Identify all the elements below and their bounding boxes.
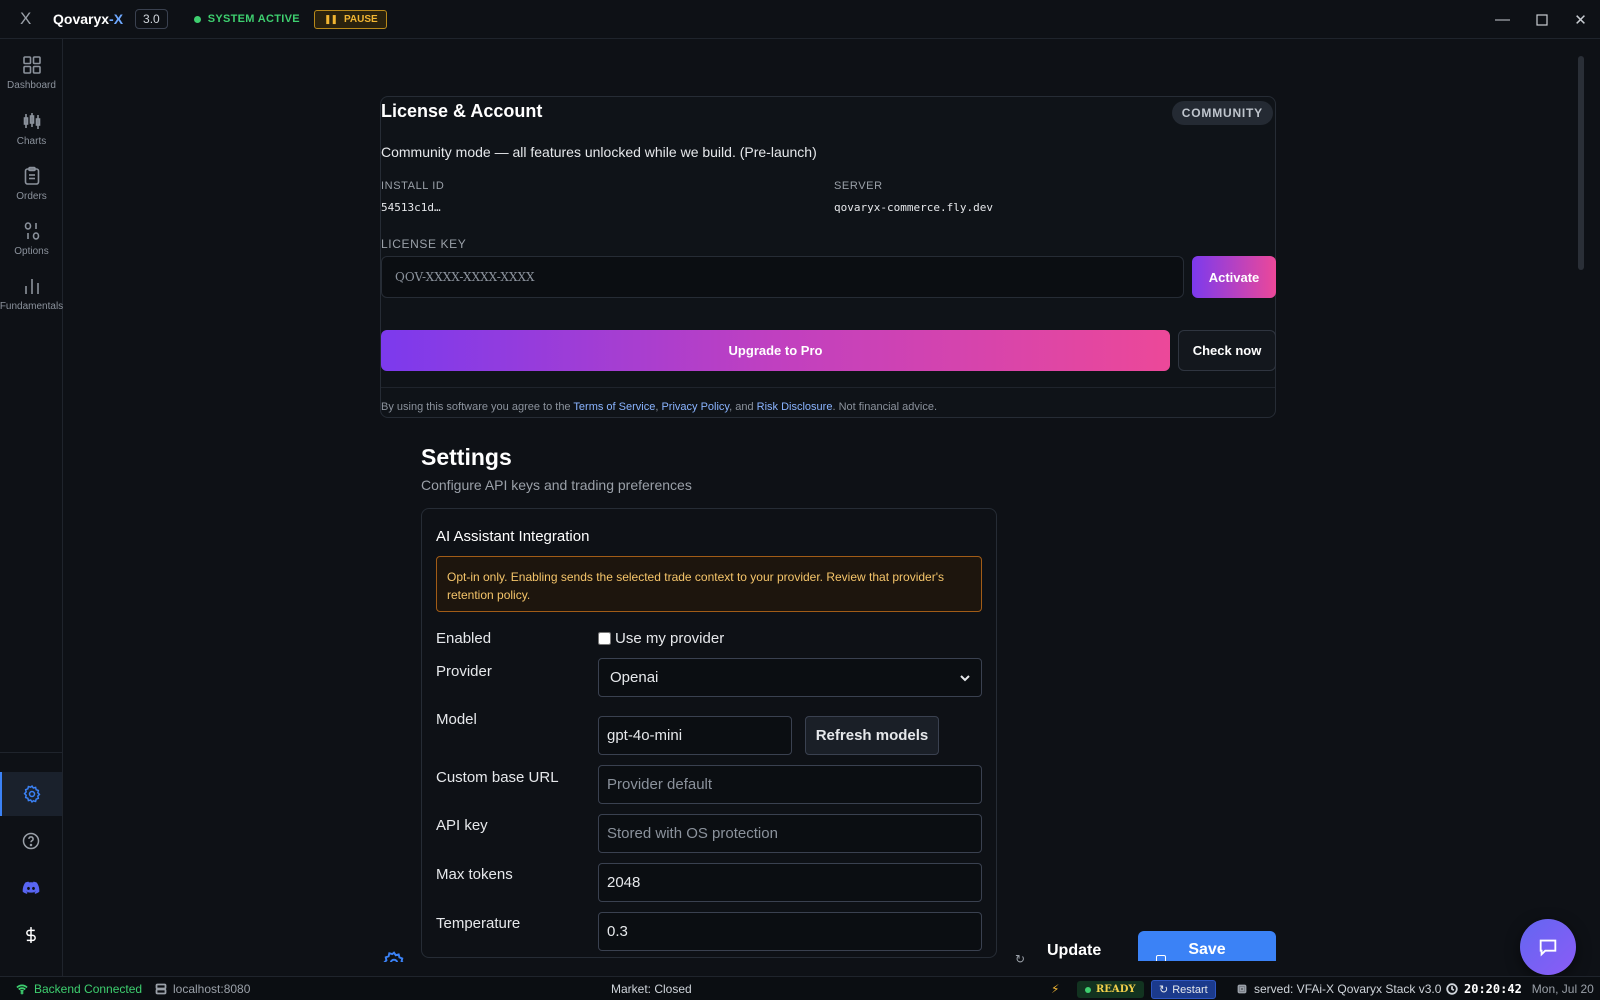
sidebar-item-pricing[interactable] bbox=[0, 913, 62, 957]
sidebar-item-options[interactable]: Options bbox=[0, 221, 63, 273]
sidebar-item-help[interactable] bbox=[0, 819, 62, 863]
title-bar: X Qovaryx-X 3.0 SYSTEM ACTIVE ❚❚ PAUSE — … bbox=[0, 0, 1600, 39]
server-label: SERVER bbox=[834, 180, 883, 192]
api-key-label: API key bbox=[436, 817, 488, 834]
privacy-link[interactable]: Privacy Policy bbox=[661, 401, 729, 413]
market-status: Market: Closed bbox=[611, 982, 692, 996]
page-title: Settings bbox=[421, 444, 512, 470]
clock-icon bbox=[1446, 983, 1458, 995]
sidebar-item-label: Dashboard bbox=[7, 80, 56, 91]
sidebar-item-charts[interactable]: Charts bbox=[0, 111, 63, 163]
api-key-input[interactable] bbox=[598, 814, 982, 853]
sidebar-item-discord[interactable] bbox=[0, 866, 62, 910]
divider bbox=[381, 387, 1275, 388]
sidebar-divider bbox=[0, 752, 62, 753]
enable-checkbox[interactable] bbox=[598, 632, 611, 645]
restart-button[interactable]: ↻ Restart bbox=[1151, 980, 1216, 999]
max-tokens-input[interactable] bbox=[598, 863, 982, 902]
sidebar: Dashboard Charts Orders Options Fundamen… bbox=[0, 39, 63, 976]
pause-button[interactable]: ❚❚ PAUSE bbox=[313, 9, 387, 29]
check-now-button[interactable]: Check now bbox=[1178, 330, 1276, 371]
options-icon bbox=[24, 222, 39, 240]
section-title: AI Assistant Integration bbox=[436, 528, 590, 545]
sidebar-item-orders[interactable]: Orders bbox=[0, 166, 63, 218]
charts-icon bbox=[23, 113, 40, 129]
minimize-icon[interactable]: — bbox=[1483, 0, 1522, 39]
chat-icon bbox=[1539, 939, 1557, 957]
ready-badge: READY bbox=[1077, 981, 1144, 998]
sidebar-item-settings[interactable] bbox=[0, 772, 62, 816]
license-key-label: LICENSE KEY bbox=[381, 237, 467, 251]
fundamentals-icon bbox=[24, 279, 39, 294]
restart-icon: ↻ bbox=[1159, 984, 1169, 996]
legal-notice: By using this software you agree to the … bbox=[381, 401, 938, 413]
temperature-input[interactable] bbox=[598, 912, 982, 951]
terms-link[interactable]: Terms of Service bbox=[573, 401, 655, 413]
sidebar-item-label: Fundamentals bbox=[0, 301, 64, 312]
license-key-input[interactable] bbox=[381, 256, 1184, 298]
install-id-label: INSTALL ID bbox=[381, 180, 445, 192]
chip-icon bbox=[1237, 984, 1247, 994]
maximize-icon[interactable] bbox=[1522, 0, 1561, 39]
provider-select[interactable]: Openai bbox=[598, 658, 982, 697]
help-icon bbox=[22, 832, 40, 850]
app-logo: X bbox=[20, 9, 32, 28]
model-input[interactable] bbox=[598, 716, 792, 755]
license-description: Community mode — all features unlocked w… bbox=[381, 144, 817, 160]
scrollbar-thumb[interactable] bbox=[1578, 56, 1584, 270]
provider-label: Provider bbox=[436, 663, 492, 680]
ai-integration-card: AI Assistant Integration Opt-in only. En… bbox=[421, 508, 997, 958]
pause-icon: ❚❚ bbox=[323, 13, 338, 24]
dollar-icon bbox=[26, 927, 36, 943]
risk-link[interactable]: Risk Disclosure bbox=[757, 401, 833, 413]
settings-icon bbox=[23, 784, 41, 804]
activate-button[interactable]: Activate bbox=[1192, 256, 1276, 298]
refresh-icon: ↻ bbox=[1015, 952, 1026, 966]
chevron-down-icon bbox=[960, 674, 970, 681]
dashboard-icon bbox=[22, 56, 41, 74]
wifi-icon bbox=[16, 984, 28, 995]
update-button[interactable]: Update bbox=[1047, 942, 1101, 960]
warning-banner: Opt-in only. Enabling sends the selected… bbox=[436, 556, 982, 612]
clock: 20:20:42 Mon, Jul 20 bbox=[1446, 977, 1594, 1000]
license-title: License & Account bbox=[381, 101, 543, 121]
status-dot bbox=[193, 15, 201, 23]
ready-dot bbox=[1085, 986, 1091, 993]
sidebar-item-label: Charts bbox=[16, 136, 47, 147]
connection-status: Backend Connected bbox=[16, 977, 142, 1000]
license-card: License & Account COMMUNITY Community mo… bbox=[380, 96, 1276, 418]
served-info: served: VFAi-X Qovaryx Stack v3.0 bbox=[1236, 977, 1441, 1000]
sidebar-item-label: Options bbox=[14, 246, 49, 257]
discord-icon bbox=[22, 881, 40, 894]
sidebar-item-label: Orders bbox=[16, 191, 47, 202]
server-host: localhost:8080 bbox=[155, 977, 250, 1000]
upgrade-button[interactable]: Upgrade to Pro bbox=[381, 330, 1170, 371]
page-subtitle: Configure API keys and trading preferenc… bbox=[421, 477, 692, 493]
close-icon[interactable]: ✕ bbox=[1561, 0, 1600, 39]
save-button[interactable]: Save bbox=[1138, 931, 1276, 961]
temperature-label: Temperature bbox=[436, 915, 521, 932]
app-name: Qovaryx-X bbox=[53, 11, 124, 27]
server-value: qovaryx-commerce.fly.dev bbox=[834, 201, 993, 214]
max-tokens-label: Max tokens bbox=[436, 866, 513, 883]
base-url-input[interactable] bbox=[598, 765, 982, 804]
status-bar: Backend Connected localhost:8080 Market:… bbox=[0, 976, 1600, 1000]
model-label: Model bbox=[436, 711, 477, 728]
sidebar-item-fundamentals[interactable]: Fundamentals bbox=[0, 276, 63, 328]
server-icon bbox=[155, 983, 167, 995]
refresh-models-button[interactable]: Refresh models bbox=[805, 716, 939, 755]
enable-toggle[interactable]: Use my provider bbox=[598, 630, 724, 647]
install-id-value: 54513c1d… bbox=[381, 201, 441, 214]
base-url-label: Custom base URL bbox=[436, 769, 559, 786]
orders-icon bbox=[24, 166, 39, 185]
version-badge: 3.0 bbox=[135, 9, 168, 29]
sidebar-item-dashboard[interactable]: Dashboard bbox=[0, 55, 63, 107]
settings-gear-icon bbox=[381, 950, 407, 962]
system-status: SYSTEM ACTIVE bbox=[193, 13, 300, 25]
plan-badge: COMMUNITY bbox=[1171, 101, 1273, 125]
bolt-icon: ⚡ bbox=[1051, 982, 1060, 996]
save-icon bbox=[1156, 955, 1166, 961]
enabled-label: Enabled bbox=[436, 630, 492, 647]
chat-button[interactable] bbox=[1520, 919, 1576, 975]
